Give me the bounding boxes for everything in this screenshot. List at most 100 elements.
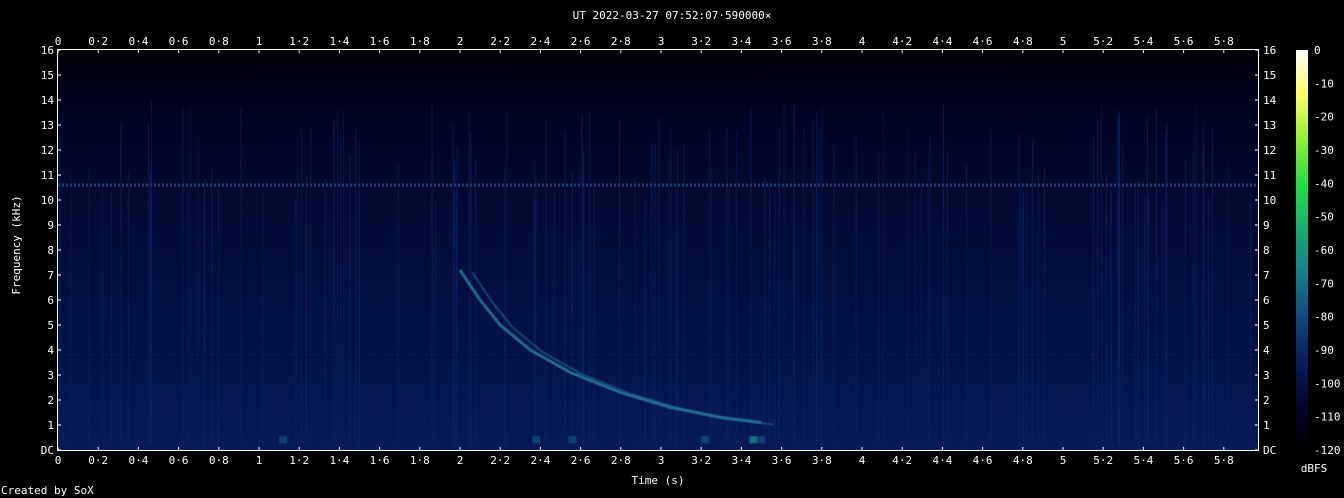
- x-tick-label-top: 5: [1060, 35, 1067, 48]
- x-tick-label-top: 0: [55, 35, 62, 48]
- chart-title: UT 2022-03-27 07:52:07·590000×: [573, 9, 772, 22]
- y-tick-label-left: 4: [47, 344, 54, 357]
- credit-text: Created by SoX: [1, 484, 94, 497]
- x-tick-label-bottom: 4·4: [932, 454, 952, 467]
- x-tick-label-top: 1·4: [329, 35, 349, 48]
- x-tick-label-top: 2: [457, 35, 464, 48]
- x-tick-label-bottom: 4·6: [973, 454, 993, 467]
- colorbar-tick-label: -110: [1314, 411, 1341, 424]
- x-tick-label-top: 3·2: [691, 35, 711, 48]
- y-tick-label-left: 7: [47, 269, 54, 282]
- x-tick-label-bottom: 4·2: [892, 454, 912, 467]
- colorbar-gradient: [1296, 50, 1308, 450]
- low-burst: [701, 436, 710, 444]
- x-tick-label-bottom: 5·6: [1174, 454, 1194, 467]
- x-tick-label-bottom: 3: [658, 454, 665, 467]
- y-tick-label-left: 6: [47, 294, 54, 307]
- low-burst: [749, 436, 758, 444]
- x-axis-label: Time (s): [632, 474, 685, 487]
- y-tick-label-left: 16: [41, 44, 54, 57]
- y-tick-label-right: 10: [1263, 194, 1276, 207]
- x-tick-label-bottom: 4·8: [1013, 454, 1033, 467]
- y-tick-label-left: 3: [47, 369, 54, 382]
- x-tick-label-bottom: 5·4: [1133, 454, 1153, 467]
- x-tick-label-bottom: 5·2: [1093, 454, 1113, 467]
- plot-area: [57, 49, 1259, 451]
- x-tick-label-bottom: 2·4: [530, 454, 550, 467]
- y-tick-label-left: 11: [41, 169, 54, 182]
- y-tick-label-right: 7: [1263, 269, 1270, 282]
- x-tick-label-top: 5·4: [1133, 35, 1153, 48]
- x-tick-label-bottom: 2·6: [571, 454, 591, 467]
- x-tick-label-bottom: 1·2: [289, 454, 309, 467]
- y-tick-label-right: 8: [1263, 244, 1270, 257]
- y-tick-label-left: 5: [47, 319, 54, 332]
- y-tick-label-left: 13: [41, 119, 54, 132]
- x-tick-label-top: 3·4: [731, 35, 751, 48]
- y-tick-label-left: 15: [41, 69, 54, 82]
- x-tick-label-bottom: 5·8: [1214, 454, 1234, 467]
- x-tick-label-bottom: 0·6: [169, 454, 189, 467]
- x-tick-label-top: 1·2: [289, 35, 309, 48]
- y-tick-label-right: 2: [1263, 394, 1270, 407]
- x-tick-label-bottom: 0·8: [209, 454, 229, 467]
- x-tick-label-bottom: 1·6: [370, 454, 390, 467]
- x-tick-label-top: 4·6: [973, 35, 993, 48]
- x-tick-label-bottom: 3·6: [772, 454, 792, 467]
- y-tick-label-right: 13: [1263, 119, 1276, 132]
- x-tick-label-bottom: 4: [859, 454, 866, 467]
- y-tick-label-left: 10: [41, 194, 54, 207]
- y-axis-label: Frequency (kHz): [10, 195, 23, 294]
- y-tick-label-right: 14: [1263, 94, 1277, 107]
- x-tick-label-top: 3·6: [772, 35, 792, 48]
- x-tick-label-bottom: 0·2: [88, 454, 108, 467]
- spectrogram-chart: UT 2022-03-27 07:52:07·590000× 0 0·2 0·4 0·…: [1, 9, 1341, 497]
- x-tick-label-top: 5·6: [1174, 35, 1194, 48]
- x-tick-label-top: 2·6: [571, 35, 591, 48]
- colorbar: 0 -10 -20 -30 -40 -50 -60 -70 -80 -90 -100 -110 -120…: [1296, 44, 1341, 475]
- y-tick-label-right: 11: [1263, 169, 1276, 182]
- colorbar-tick-label: -100: [1314, 377, 1341, 390]
- y-tick-label-left: 14: [41, 94, 55, 107]
- y-tick-label-left: DC: [41, 444, 54, 457]
- y-tick-label-left: 9: [47, 219, 54, 232]
- low-burst: [757, 436, 766, 444]
- x-tick-label-top: 1: [256, 35, 263, 48]
- x-tick-label-top: 0·6: [169, 35, 189, 48]
- y-tick-label-right: 5: [1263, 319, 1270, 332]
- y-tick-label-left: 12: [41, 144, 54, 157]
- x-tick-label-top: 1·8: [410, 35, 430, 48]
- x-tick-label-top: 5·2: [1093, 35, 1113, 48]
- x-tick-label-top: 0·4: [128, 35, 148, 48]
- x-tick-label-bottom: 2·8: [611, 454, 631, 467]
- colorbar-tick-label: -70: [1314, 277, 1334, 290]
- x-tick-label-top: 1·6: [370, 35, 390, 48]
- x-tick-label-bottom: 0·4: [128, 454, 148, 467]
- y-tick-label-right: DC: [1263, 444, 1276, 457]
- colorbar-ticks: 0 -10 -20 -30 -40 -50 -60 -70 -80 -90 -100 -110 -120: [1314, 44, 1341, 457]
- y-tick-label-right: 3: [1263, 369, 1270, 382]
- x-tick-label-top: 3·8: [812, 35, 832, 48]
- x-tick-label-bottom: 2·2: [490, 454, 510, 467]
- x-tick-label-bottom: 1·8: [410, 454, 430, 467]
- low-burst: [182, 436, 191, 444]
- low-burst: [568, 436, 577, 444]
- low-burst: [532, 436, 541, 444]
- colorbar-label: dBFS: [1301, 462, 1328, 475]
- y-tick-label-right: 4: [1263, 344, 1270, 357]
- x-tick-label-bottom: 2: [457, 454, 464, 467]
- x-tick-label-top: 0·8: [209, 35, 229, 48]
- y-tick-label-right: 9: [1263, 219, 1270, 232]
- y-tick-label-right: 12: [1263, 144, 1276, 157]
- x-tick-label-bottom: 5: [1060, 454, 1067, 467]
- colorbar-tick-label: -10: [1314, 77, 1334, 90]
- x-tick-label-top: 5·8: [1214, 35, 1234, 48]
- x-tick-label-top: 2·8: [611, 35, 631, 48]
- x-tick-label-top: 4·8: [1013, 35, 1033, 48]
- y-tick-label-right: 16: [1263, 44, 1276, 57]
- colorbar-tick-label: -60: [1314, 244, 1334, 257]
- colorbar-tick-label: -120: [1314, 444, 1341, 457]
- x-tick-label-top: 2·4: [530, 35, 550, 48]
- y-tick-label-right: 6: [1263, 294, 1270, 307]
- plot-background: [58, 50, 1258, 450]
